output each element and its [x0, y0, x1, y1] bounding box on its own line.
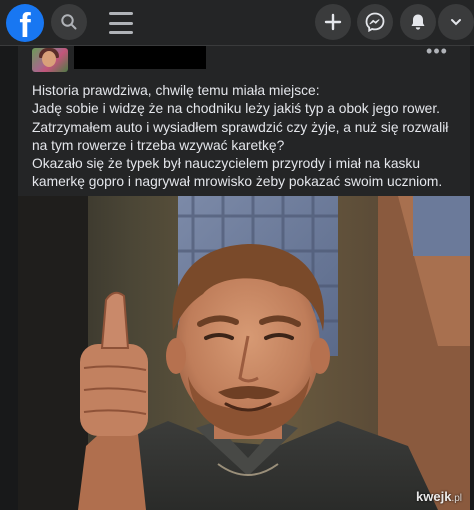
menu-line [109, 12, 133, 15]
post-line: Okazało się że typek był nauczycielem pr… [32, 156, 443, 190]
hamburger-menu-icon[interactable] [106, 9, 136, 37]
create-button[interactable] [315, 4, 351, 40]
post-line: Historia prawdziwa, chwilę temu miała mi… [32, 83, 320, 98]
post-card: ••• Historia prawdziwa, chwilę temu miał… [18, 46, 470, 510]
search-button[interactable] [51, 4, 87, 40]
notifications-button[interactable] [400, 4, 436, 40]
ellipsis-icon[interactable]: ••• [426, 46, 448, 60]
facebook-logo-icon[interactable]: f [6, 4, 44, 42]
logo-letter: f [19, 7, 31, 42]
watermark-tld: .pl [451, 493, 462, 504]
ear-left [166, 338, 186, 374]
messenger-button[interactable] [357, 4, 393, 40]
watermark-main: kwejk [416, 489, 452, 504]
avatar-face [42, 51, 56, 67]
thumb [100, 291, 130, 349]
author-avatar[interactable] [32, 48, 68, 72]
ear-right [310, 338, 330, 374]
facebook-page: f ••• Historia prawdziwa, chwilę temu mi… [0, 0, 474, 510]
messenger-icon [365, 12, 385, 32]
post-image[interactable]: kwejk.pl [18, 196, 470, 510]
menu-line [109, 31, 133, 34]
account-button[interactable] [438, 4, 474, 40]
bell-icon [411, 14, 425, 30]
thumbs-up-man-image [18, 196, 470, 510]
author-name-redacted [74, 46, 206, 69]
account-chevron-icon [451, 19, 461, 26]
bg-person-left [18, 196, 88, 510]
kwejk-watermark: kwejk.pl [416, 489, 462, 504]
plus-icon [324, 13, 342, 31]
search-icon [61, 14, 77, 30]
top-navigation-bar: f [0, 0, 474, 46]
post-line: Jadę sobie i widzę że na chodniku leży j… [32, 101, 441, 117]
post-text: Historia prawdziwa, chwilę temu miała mi… [32, 82, 464, 192]
post-line: Zatrzymałem auto i wysiadłem sprawdzić c… [32, 119, 449, 153]
bg-shirt-right [413, 196, 470, 256]
menu-line [109, 21, 133, 25]
